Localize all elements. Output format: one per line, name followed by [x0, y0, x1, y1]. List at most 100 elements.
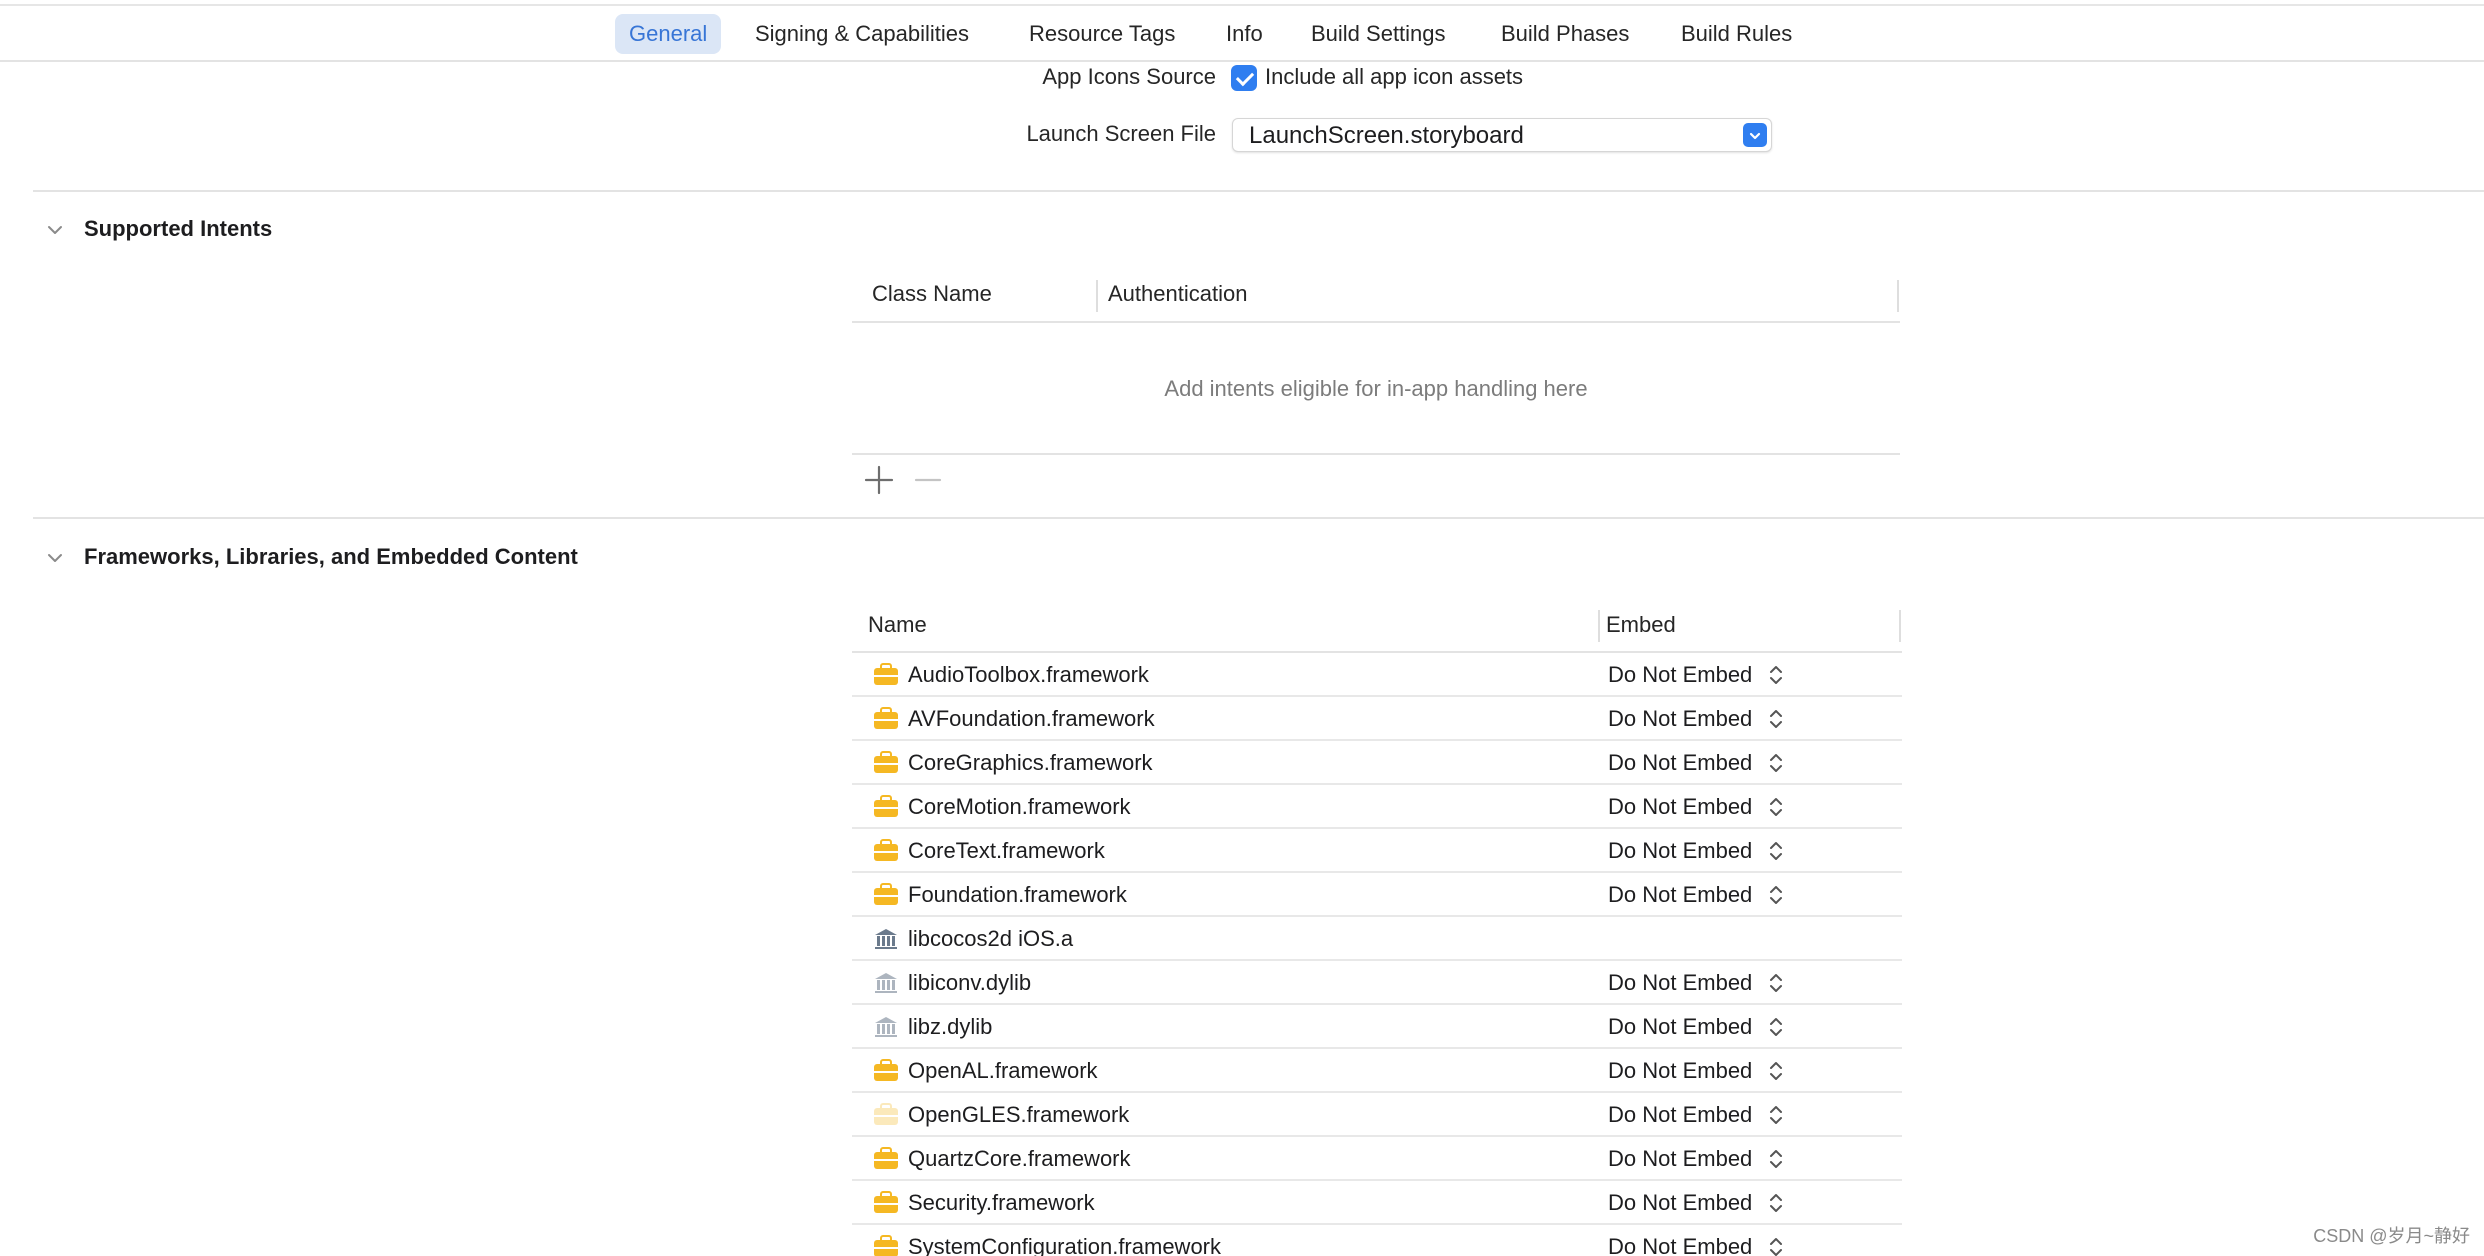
framework-name: Foundation.framework — [908, 882, 1127, 907]
library-icon — [872, 927, 900, 951]
embed-popup[interactable]: Do Not Embed — [1608, 1190, 1752, 1216]
tab-resource-tags[interactable]: Resource Tags — [1015, 14, 1189, 54]
framework-name: AVFoundation.framework — [908, 706, 1155, 731]
include-app-icon-assets-label: Include all app icon assets — [1265, 64, 1524, 89]
framework-name: OpenAL.framework — [908, 1058, 1098, 1083]
framework-name: libz.dylib — [908, 1014, 993, 1039]
remove-intent-minus-icon[interactable] — [912, 464, 944, 496]
table-row[interactable]: AudioToolbox.framework Do Not Embed — [852, 653, 1902, 697]
table-row[interactable]: libiconv.dylib Do Not Embed — [852, 961, 1902, 1005]
toolbox-icon — [872, 707, 900, 731]
table-row[interactable]: OpenGLES.framework Do Not Embed — [852, 1093, 1902, 1137]
table-row[interactable]: Security.framework Do Not Embed — [852, 1181, 1902, 1225]
launch-screen-file-label: Launch Screen File — [1026, 121, 1216, 146]
chevron-down-icon[interactable] — [44, 547, 66, 569]
library-icon — [872, 1015, 900, 1039]
toolbox-icon — [872, 1235, 900, 1256]
up-down-chevron-icon[interactable] — [1768, 1059, 1784, 1083]
column-divider — [1899, 610, 1901, 642]
up-down-chevron-icon[interactable] — [1768, 971, 1784, 995]
up-down-chevron-icon[interactable] — [1768, 751, 1784, 775]
intents-footer-divider — [852, 453, 1900, 455]
popup-chevron-icon — [1743, 123, 1767, 147]
up-down-chevron-icon[interactable] — [1768, 1015, 1784, 1039]
framework-name: QuartzCore.framework — [908, 1146, 1131, 1171]
tab-signing-capabilities[interactable]: Signing & Capabilities — [741, 14, 983, 54]
table-row[interactable]: OpenAL.framework Do Not Embed — [852, 1049, 1902, 1093]
framework-name: Security.framework — [908, 1190, 1095, 1215]
embed-popup[interactable]: Do Not Embed — [1608, 750, 1752, 776]
chevron-down-icon[interactable] — [44, 219, 66, 241]
toolbox-icon — [872, 1147, 900, 1171]
up-down-chevron-icon[interactable] — [1768, 1191, 1784, 1215]
column-header-embed[interactable]: Embed — [1606, 612, 1676, 638]
table-row[interactable]: SystemConfiguration.framework Do Not Embe… — [852, 1225, 1902, 1256]
table-row[interactable]: CoreMotion.framework Do Not Embed — [852, 785, 1902, 829]
framework-name: SystemConfiguration.framework — [908, 1234, 1222, 1256]
embed-popup[interactable]: Do Not Embed — [1608, 1014, 1752, 1040]
table-row[interactable]: Foundation.framework Do Not Embed — [852, 873, 1902, 917]
embed-popup[interactable]: Do Not Embed — [1608, 838, 1752, 864]
embed-popup[interactable]: Do Not Embed — [1608, 1146, 1752, 1172]
column-header-authentication[interactable]: Authentication — [1108, 281, 1247, 307]
up-down-chevron-icon[interactable] — [1768, 1147, 1784, 1171]
embed-popup[interactable]: Do Not Embed — [1608, 706, 1752, 732]
table-row[interactable]: libcocos2d iOS.a — [852, 917, 1902, 961]
tab-build-phases[interactable]: Build Phases — [1487, 14, 1643, 54]
toolbox-icon — [872, 663, 900, 687]
up-down-chevron-icon[interactable] — [1768, 663, 1784, 687]
up-down-chevron-icon[interactable] — [1768, 839, 1784, 863]
add-intent-plus-icon[interactable] — [863, 464, 895, 496]
table-row[interactable]: CoreText.framework Do Not Embed — [852, 829, 1902, 873]
table-row[interactable]: QuartzCore.framework Do Not Embed — [852, 1137, 1902, 1181]
column-header-name[interactable]: Name — [868, 612, 927, 638]
toolbox-icon — [872, 751, 900, 775]
embed-popup[interactable]: Do Not Embed — [1608, 882, 1752, 908]
embed-popup[interactable]: Do Not Embed — [1608, 1058, 1752, 1084]
table-row[interactable]: libz.dylib Do Not Embed — [852, 1005, 1902, 1049]
toolbox-icon — [872, 1103, 900, 1127]
embed-popup[interactable]: Do Not Embed — [1608, 970, 1752, 996]
framework-name: OpenGLES.framework — [908, 1102, 1130, 1127]
up-down-chevron-icon[interactable] — [1768, 1103, 1784, 1127]
app-icons-source-label: App Icons Source — [1042, 64, 1216, 89]
tab-build-settings[interactable]: Build Settings — [1297, 14, 1460, 54]
toolbox-icon — [872, 839, 900, 863]
frameworks-section-title: Frameworks, Libraries, and Embedded Cont… — [84, 544, 578, 569]
column-header-class-name[interactable]: Class Name — [872, 281, 992, 307]
toolbox-icon — [872, 795, 900, 819]
framework-name: libiconv.dylib — [908, 970, 1032, 995]
up-down-chevron-icon[interactable] — [1768, 795, 1784, 819]
framework-name: libcocos2d iOS.a — [908, 926, 1074, 951]
toolbox-icon — [872, 1059, 900, 1083]
embed-popup[interactable]: Do Not Embed — [1608, 1234, 1752, 1256]
include-app-icon-assets-checkbox[interactable] — [1231, 65, 1257, 91]
editor-tab-bar: General Signing & Capabilities Resource … — [0, 6, 2484, 62]
embed-popup[interactable]: Do Not Embed — [1608, 794, 1752, 820]
up-down-chevron-icon[interactable] — [1768, 707, 1784, 731]
column-divider — [1897, 280, 1899, 312]
framework-name: CoreGraphics.framework — [908, 750, 1153, 775]
embed-popup[interactable]: Do Not Embed — [1608, 662, 1752, 688]
framework-name: CoreMotion.framework — [908, 794, 1131, 819]
tab-info[interactable]: Info — [1212, 14, 1277, 54]
watermark: CSDN @岁月~静好 — [2313, 1226, 2470, 1246]
section-divider — [33, 517, 2484, 519]
intents-empty-message: Add intents eligible for in-app handling… — [1164, 376, 1588, 401]
tab-build-rules[interactable]: Build Rules — [1667, 14, 1806, 54]
tab-general[interactable]: General — [615, 14, 722, 54]
launch-screen-file-popup[interactable]: LaunchScreen.storyboard — [1232, 118, 1772, 152]
library-icon — [872, 971, 900, 995]
up-down-chevron-icon[interactable] — [1768, 883, 1784, 907]
table-row[interactable]: CoreGraphics.framework Do Not Embed — [852, 741, 1902, 785]
supported-intents-title: Supported Intents — [84, 216, 273, 241]
launch-screen-file-value: LaunchScreen.storyboard — [1249, 122, 1524, 149]
intents-header-divider — [852, 321, 1900, 323]
toolbox-icon — [872, 1191, 900, 1215]
framework-name: AudioToolbox.framework — [908, 662, 1149, 687]
column-divider — [1096, 280, 1098, 312]
embed-popup[interactable]: Do Not Embed — [1608, 1102, 1752, 1128]
up-down-chevron-icon[interactable] — [1768, 1235, 1784, 1256]
table-row[interactable]: AVFoundation.framework Do Not Embed — [852, 697, 1902, 741]
framework-name: CoreText.framework — [908, 838, 1105, 863]
